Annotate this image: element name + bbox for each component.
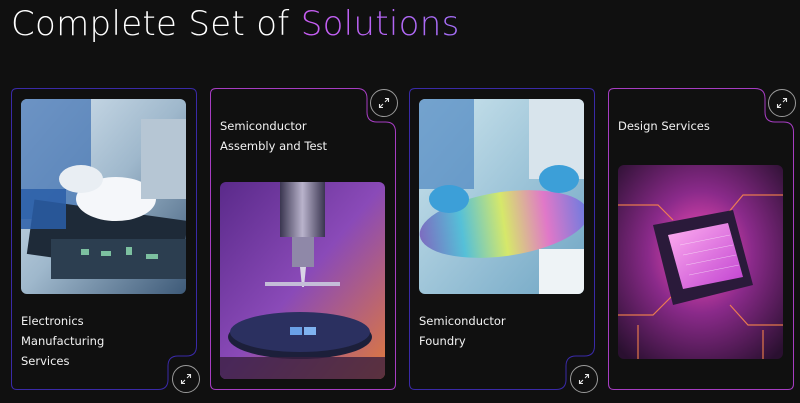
card-label: Design Services xyxy=(618,119,710,133)
solution-card-semiconductor-foundry[interactable]: Semiconductor Foundry xyxy=(409,88,598,393)
card-label: Semiconductor Foundry xyxy=(419,314,506,348)
card-label: Semiconductor Assembly and Test xyxy=(220,119,328,153)
expand-arrows-icon xyxy=(578,373,590,385)
expand-arrows-icon xyxy=(180,373,192,385)
solution-card-design-services[interactable]: Design Services xyxy=(608,88,796,390)
expand-button[interactable] xyxy=(570,365,598,393)
silicon-wafer-image xyxy=(419,99,584,294)
expand-arrows-icon xyxy=(776,97,788,109)
chip-render-image xyxy=(618,165,783,359)
expand-button[interactable] xyxy=(370,89,398,117)
solution-card-electronics-manufacturing[interactable]: Electronics Manufacturing Services xyxy=(11,88,200,393)
card-label: Electronics Manufacturing Services xyxy=(21,314,105,368)
wafer-probe-image xyxy=(220,182,385,379)
heading-prefix: Complete Set of xyxy=(11,4,290,44)
expand-button[interactable] xyxy=(768,89,796,117)
solution-card-semiconductor-assembly-test[interactable]: Semiconductor Assembly and Test xyxy=(210,88,398,390)
circuit-board-assembly-image xyxy=(21,99,186,294)
expand-button[interactable] xyxy=(172,365,200,393)
expand-arrows-icon xyxy=(378,97,390,109)
section-heading: Complete Set of Solutions xyxy=(11,2,460,46)
heading-accent: Solutions xyxy=(300,4,460,44)
